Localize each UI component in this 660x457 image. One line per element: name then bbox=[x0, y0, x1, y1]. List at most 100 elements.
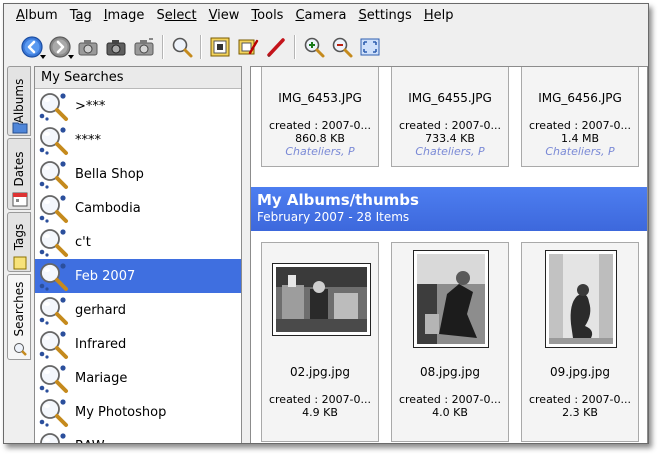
image-thumbnail bbox=[545, 250, 617, 348]
back-button[interactable] bbox=[18, 33, 46, 61]
saved-search-item[interactable]: RAW bbox=[35, 429, 241, 444]
saved-search-item[interactable]: >*** bbox=[35, 89, 241, 123]
toolbar-separator bbox=[162, 35, 164, 59]
toolbar-separator bbox=[200, 35, 202, 59]
folder-icon bbox=[12, 122, 28, 134]
toolbar-separator bbox=[294, 35, 296, 59]
menu-camera[interactable]: Camera bbox=[289, 4, 352, 28]
magnifier-icon bbox=[172, 37, 193, 58]
searches-list: >*** **** Bella Shop Cambodia c't Feb 2007 ger… bbox=[35, 89, 241, 444]
saved-search-icon bbox=[39, 161, 68, 189]
saved-search-icon-wrap bbox=[35, 293, 71, 327]
menu-view[interactable]: View bbox=[203, 4, 246, 28]
view-image-button[interactable] bbox=[206, 33, 234, 61]
saved-search-icon-wrap bbox=[35, 191, 71, 225]
fullscreen-button[interactable] bbox=[356, 33, 384, 61]
image-thumbnail bbox=[413, 250, 489, 348]
forward-button[interactable] bbox=[46, 33, 74, 61]
saved-search-item[interactable]: Feb 2007 bbox=[35, 259, 241, 293]
saved-search-label: Cambodia bbox=[75, 200, 141, 216]
edit-image-icon bbox=[238, 39, 259, 55]
saved-search-item[interactable]: **** bbox=[35, 123, 241, 157]
image-card[interactable]: IMG_6453.JPG created : 2007-0... 860.8 K… bbox=[261, 67, 379, 167]
zoom-in-icon bbox=[304, 37, 325, 58]
menu-select[interactable]: Select bbox=[150, 4, 202, 28]
saved-search-icon-wrap bbox=[35, 429, 71, 443]
zoom-in-button[interactable] bbox=[300, 33, 328, 61]
saved-search-label: **** bbox=[75, 132, 101, 148]
image-created: created : 2007-0... bbox=[528, 119, 632, 132]
sidebar-tabs: Albums Dates Tags Searches bbox=[7, 66, 31, 441]
search-button[interactable] bbox=[168, 33, 196, 61]
image-created: created : 2007-0... bbox=[268, 393, 372, 406]
camera-gray-2-icon bbox=[134, 38, 154, 56]
menu-help[interactable]: Help bbox=[418, 4, 460, 28]
fullscreen-icon bbox=[360, 38, 380, 56]
saved-search-item[interactable]: Infrared bbox=[35, 327, 241, 361]
searches-list-panel: My Searches >*** **** Bella Shop Cambodia c'… bbox=[34, 66, 242, 444]
saved-search-item[interactable]: c't bbox=[35, 225, 241, 259]
camera-button-2[interactable] bbox=[102, 33, 130, 61]
image-filename: IMG_6453.JPG bbox=[278, 91, 362, 105]
menubar: Album Tag Image Select View Tools Camera… bbox=[4, 4, 648, 28]
draw-button[interactable] bbox=[262, 33, 290, 61]
saved-search-icon bbox=[39, 127, 68, 155]
album-group-header[interactable]: My Albums/thumbs February 2007 - 28 Item… bbox=[251, 187, 647, 231]
zoom-out-icon bbox=[332, 37, 353, 58]
saved-search-item[interactable]: gerhard bbox=[35, 293, 241, 327]
saved-search-label: RAW bbox=[71, 439, 105, 444]
album-subtitle: February 2007 - 28 Items bbox=[257, 210, 410, 224]
calendar-icon bbox=[12, 192, 28, 207]
zoom-out-button[interactable] bbox=[328, 33, 356, 61]
tab-albums[interactable]: Albums bbox=[7, 66, 31, 136]
photo-figure-corridor bbox=[549, 254, 613, 344]
saved-search-icon-wrap bbox=[35, 89, 71, 123]
saved-search-label: >*** bbox=[75, 98, 106, 114]
image-owner: Chateliers, P bbox=[285, 145, 355, 158]
camera-dark-icon bbox=[106, 40, 126, 56]
image-created: created : 2007-0... bbox=[398, 119, 502, 132]
camera-gray-icon bbox=[78, 40, 98, 56]
tab-searches[interactable]: Searches bbox=[7, 274, 31, 360]
tab-dates[interactable]: Dates bbox=[7, 138, 31, 210]
saved-search-item[interactable]: Mariage bbox=[35, 361, 241, 395]
searches-header: My Searches bbox=[35, 67, 241, 89]
saved-search-item[interactable]: Bella Shop bbox=[35, 157, 241, 191]
saved-search-item[interactable]: My Photoshop bbox=[35, 395, 241, 429]
image-size: 860.8 KB bbox=[295, 132, 345, 145]
saved-search-label: Mariage bbox=[75, 370, 128, 386]
menu-image[interactable]: Image bbox=[98, 4, 151, 28]
digikam-window: Album Tag Image Select View Tools Camera… bbox=[3, 3, 649, 444]
saved-search-icon-wrap bbox=[35, 395, 71, 429]
image-card[interactable]: IMG_6456.JPG created : 2007-0... 1.4 MB … bbox=[521, 67, 639, 167]
saved-search-icon bbox=[40, 433, 66, 443]
camera-button-1[interactable] bbox=[74, 33, 102, 61]
image-created: created : 2007-0... bbox=[528, 393, 632, 406]
icon-view: IMG_6453.JPG created : 2007-0... 860.8 K… bbox=[250, 66, 648, 443]
image-card[interactable]: IMG_6455.JPG created : 2007-0... 733.4 K… bbox=[391, 67, 509, 167]
menu-album[interactable]: Album bbox=[10, 4, 64, 28]
tab-tags[interactable]: Tags bbox=[7, 212, 31, 272]
menu-settings[interactable]: Settings bbox=[352, 4, 417, 28]
saved-search-icon bbox=[39, 195, 68, 223]
image-owner: Chateliers, P bbox=[545, 145, 615, 158]
saved-search-label: Feb 2007 bbox=[75, 268, 136, 284]
panel-splitter[interactable] bbox=[242, 66, 250, 443]
image-card[interactable]: 02.jpg.jpg created : 2007-0... 4.9 KB bbox=[261, 242, 379, 442]
saved-search-icon bbox=[39, 365, 68, 393]
menu-tag[interactable]: Tag bbox=[64, 4, 98, 28]
saved-search-icon-wrap bbox=[35, 361, 71, 395]
saved-search-icon bbox=[39, 93, 68, 121]
image-card[interactable]: 08.jpg.jpg created : 2007-0... 4.0 KB bbox=[391, 242, 509, 442]
saved-search-item[interactable]: Cambodia bbox=[35, 191, 241, 225]
menu-tools[interactable]: Tools bbox=[245, 4, 289, 28]
edit-image-button[interactable] bbox=[234, 33, 262, 61]
image-created: created : 2007-0... bbox=[268, 119, 372, 132]
saved-search-icon-wrap bbox=[35, 123, 71, 157]
red-pencil-icon bbox=[267, 38, 285, 57]
image-filename: IMG_6455.JPG bbox=[408, 91, 492, 105]
saved-search-icon-wrap bbox=[35, 259, 71, 293]
image-card[interactable]: 09.jpg.jpg created : 2007-0... 2.3 KB bbox=[521, 242, 639, 442]
camera-button-3[interactable] bbox=[130, 33, 158, 61]
saved-search-icon-wrap bbox=[35, 327, 71, 361]
